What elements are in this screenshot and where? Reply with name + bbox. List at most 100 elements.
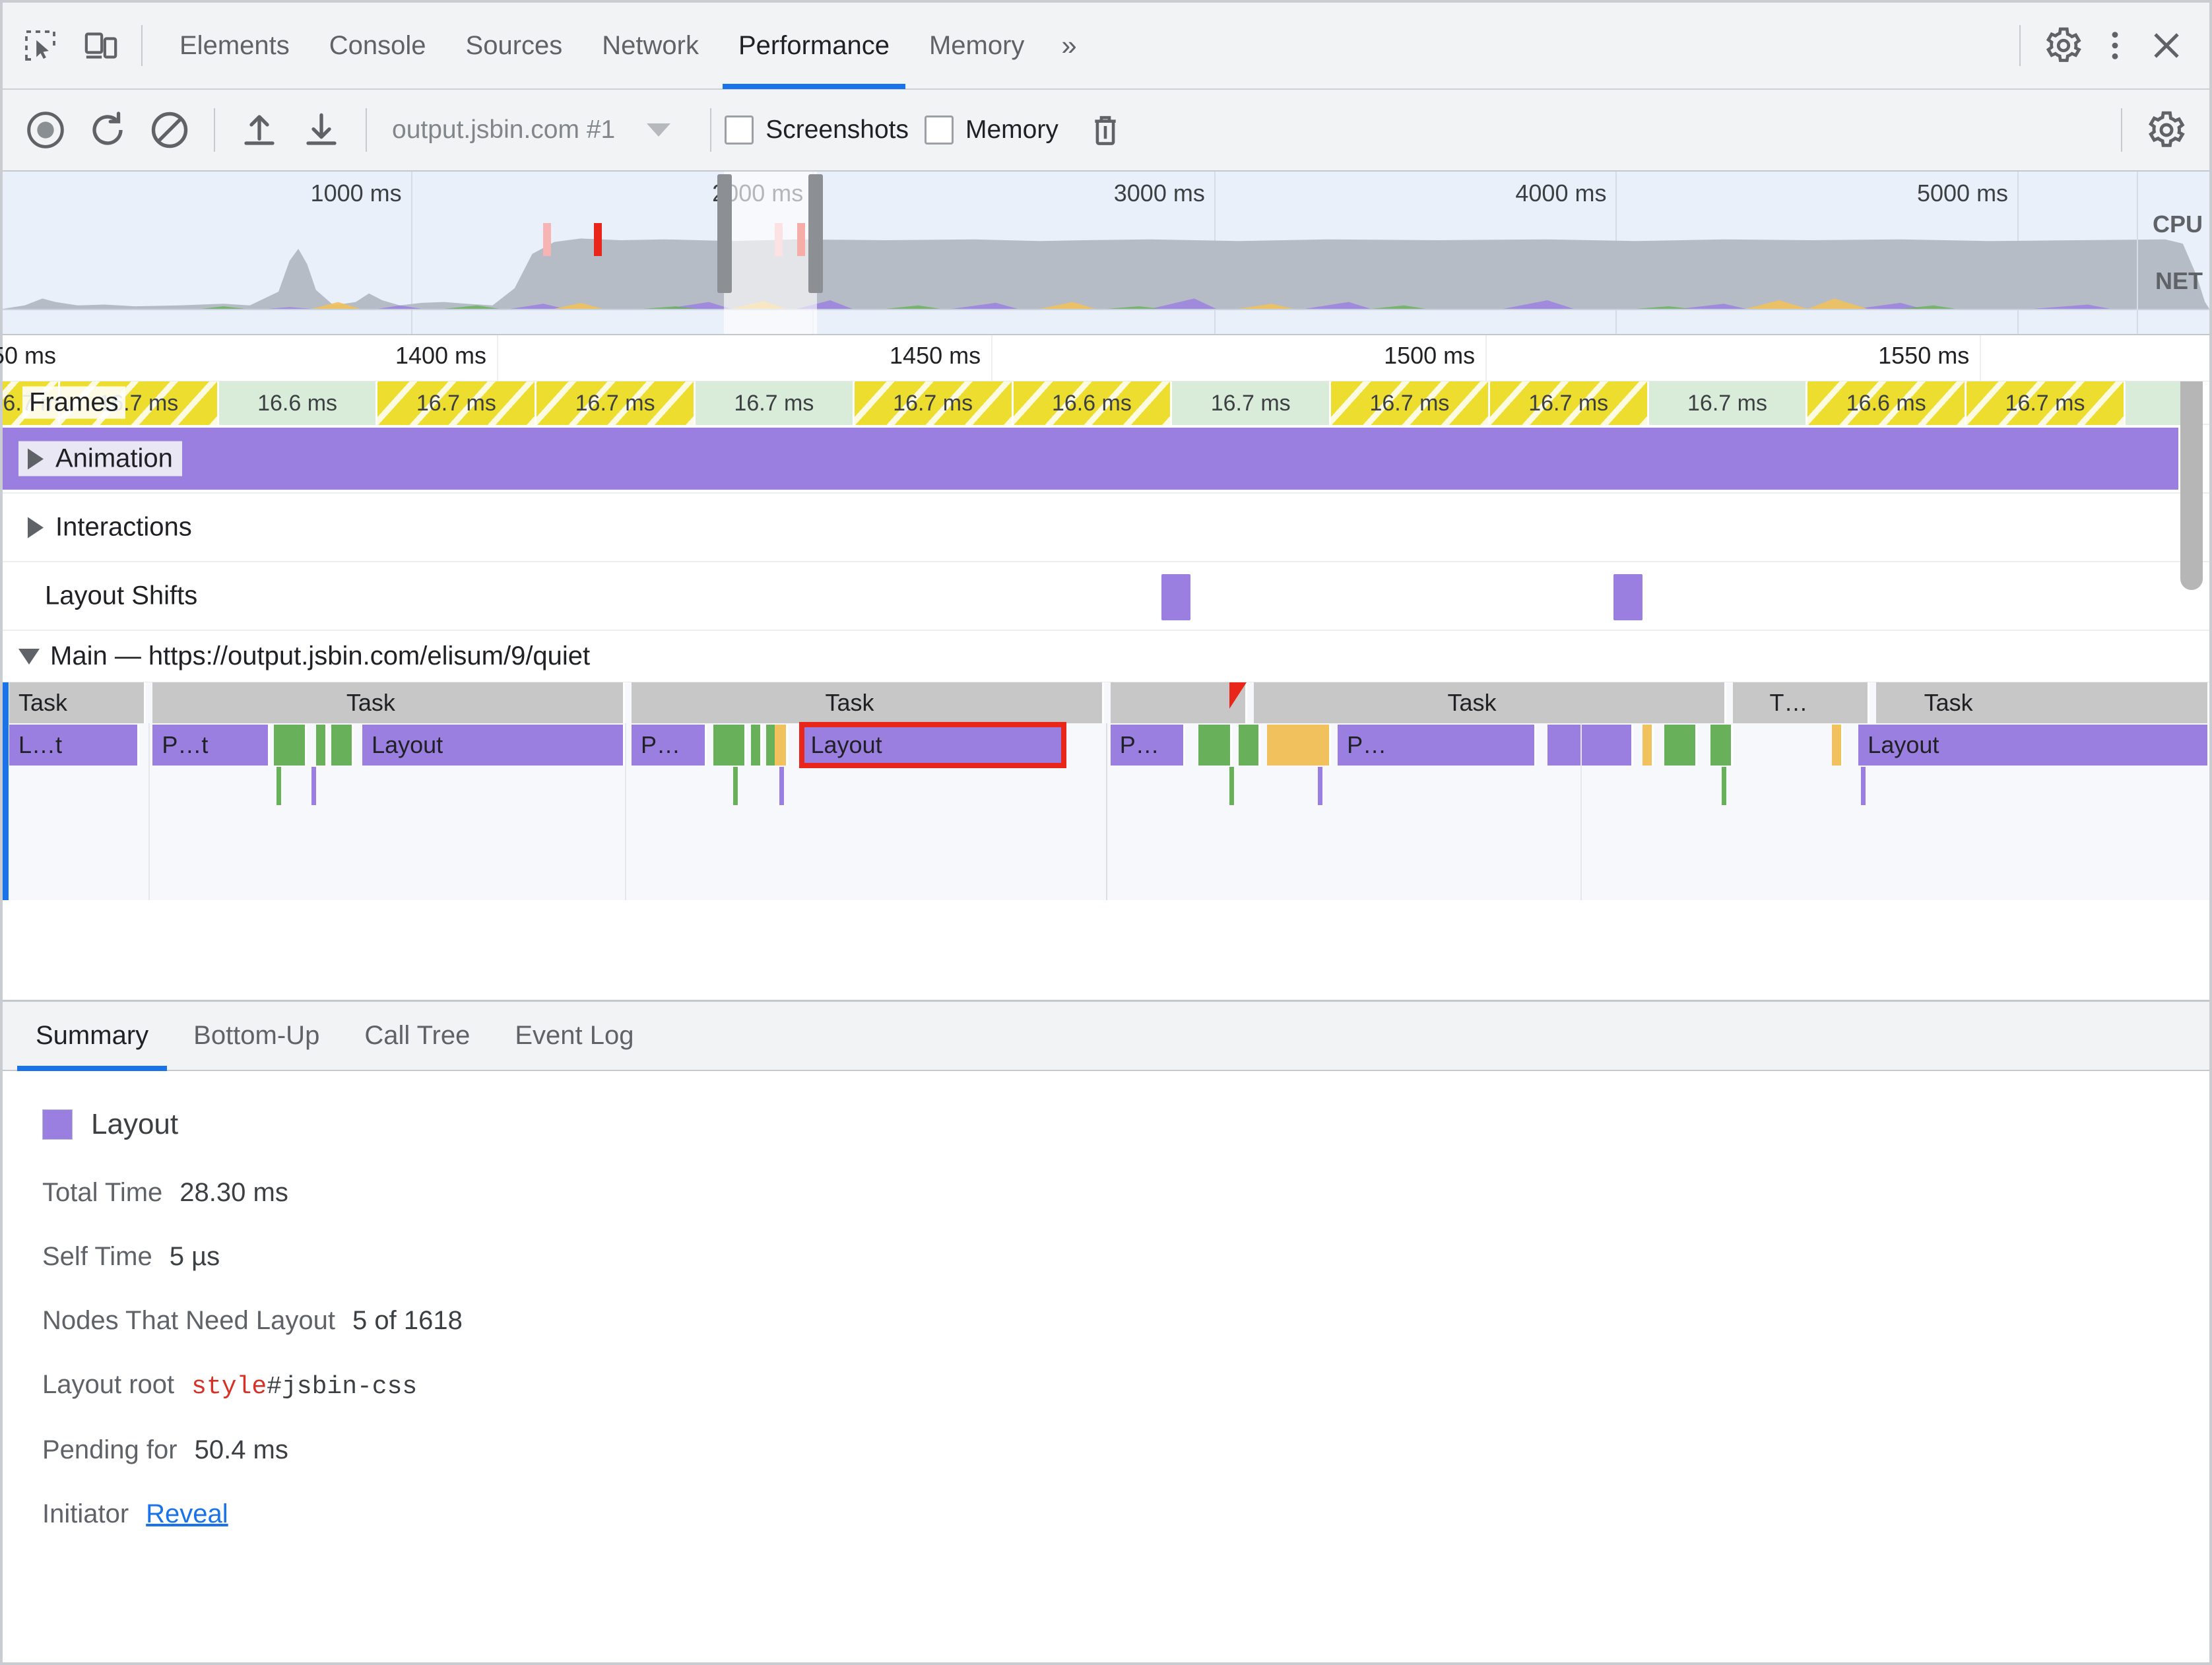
flame-marker[interactable]: [732, 767, 738, 805]
flame-block-paint[interactable]: [315, 725, 327, 766]
track-title-animation[interactable]: Animation: [18, 441, 182, 476]
selection-handle-right[interactable]: [808, 174, 823, 293]
flame-block-task[interactable]: Task: [9, 682, 146, 723]
flame-block-task[interactable]: Task: [1254, 682, 1726, 723]
clear-icon[interactable]: [143, 103, 197, 157]
frame-item[interactable]: 16.7 ms: [1331, 381, 1490, 425]
checkbox-box[interactable]: [725, 115, 754, 145]
flame-block-scripting[interactable]: [1267, 725, 1332, 766]
frame-item[interactable]: 16.7 ms: [1489, 381, 1649, 425]
device-toolbar-icon[interactable]: [78, 22, 124, 69]
flame-block-paint[interactable]: [750, 725, 762, 766]
flame-block-task[interactable]: [1110, 682, 1247, 723]
flame-block-paint[interactable]: [1664, 725, 1698, 766]
flame-block-task[interactable]: Task: [632, 682, 1104, 723]
flame-block-task[interactable]: Task: [152, 682, 625, 723]
animation-band[interactable]: [3, 428, 2179, 490]
screenshots-checkbox[interactable]: Screenshots: [725, 115, 909, 145]
flame-block-layout[interactable]: Layout: [362, 725, 625, 766]
flame-block-prepaint[interactable]: P…: [632, 725, 707, 766]
tab-performance[interactable]: Performance: [719, 2, 909, 89]
flame-block-prepaint[interactable]: [1547, 725, 1634, 766]
flame-block-paint[interactable]: [713, 725, 746, 766]
close-icon[interactable]: [2141, 20, 2192, 71]
flame-block-layout-selected[interactable]: Layout: [798, 722, 1067, 768]
flame-block-prepaint[interactable]: P…: [1110, 725, 1186, 766]
frame-item[interactable]: 16.7 ms: [1648, 381, 1808, 425]
timeline-scrollbar[interactable]: [2180, 381, 2203, 590]
track-layout-shifts[interactable]: Layout Shifts: [3, 562, 2209, 631]
chevron-right-icon[interactable]: [28, 517, 44, 538]
long-task-warning-icon[interactable]: [1229, 682, 1247, 709]
tab-network[interactable]: Network: [582, 2, 719, 89]
tab-bottom-up[interactable]: Bottom-Up: [171, 1000, 342, 1071]
more-options-icon[interactable]: [2089, 20, 2141, 71]
chevron-right-icon[interactable]: [28, 448, 44, 469]
gear-icon[interactable]: [2139, 103, 2194, 157]
flame-block-paint[interactable]: [331, 725, 354, 766]
flame-block-layout[interactable]: Layout: [1858, 725, 2209, 766]
download-profile-icon[interactable]: [294, 103, 348, 157]
flame-block-paint[interactable]: [1238, 725, 1261, 766]
tab-summary[interactable]: Summary: [13, 1000, 171, 1071]
track-interactions[interactable]: Interactions: [3, 494, 2209, 562]
flame-marker[interactable]: [311, 767, 317, 805]
frame-item[interactable]: 16.7 ms: [854, 381, 1014, 425]
flame-block-paint[interactable]: [274, 725, 308, 766]
timeline-tracks[interactable]: 16.7 ms 16.7 ms 16.6 ms 16.7 ms 16.7 ms …: [3, 381, 2209, 1000]
flame-block-task[interactable]: T…: [1732, 682, 1870, 723]
tab-sources[interactable]: Sources: [446, 2, 583, 89]
flame-marker[interactable]: [779, 767, 785, 805]
layout-shift-marker[interactable]: [1613, 574, 1643, 620]
frames-track[interactable]: 16.7 ms 16.7 ms 16.6 ms 16.7 ms 16.7 ms …: [3, 381, 2209, 425]
flame-block-scripting[interactable]: [775, 725, 789, 766]
selection-handle-left[interactable]: [717, 174, 732, 293]
overview-selection-window[interactable]: [724, 172, 817, 334]
main-flame-chart[interactable]: Task Task Task Task T… Task L…t P…t Layo…: [3, 381, 2209, 900]
flame-block-layout[interactable]: L…t: [9, 725, 140, 766]
flame-marker[interactable]: [276, 767, 281, 805]
reload-record-icon[interactable]: [81, 103, 135, 157]
flame-block-layout[interactable]: P…: [1338, 725, 1537, 766]
frame-item[interactable]: 16.7 ms: [1967, 381, 2126, 425]
frame-item[interactable]: 16.6 ms: [218, 381, 378, 425]
frame-item[interactable]: 16.7 ms: [1172, 381, 1332, 425]
chevron-down-icon[interactable]: [18, 648, 40, 665]
flame-marker[interactable]: [1721, 767, 1726, 805]
frame-item[interactable]: 16.6 ms: [1013, 381, 1173, 425]
tab-memory[interactable]: Memory: [909, 2, 1044, 89]
inspect-element-icon[interactable]: [17, 22, 63, 69]
recording-selector-label[interactable]: output.jsbin.com #1: [380, 115, 627, 145]
tab-event-log[interactable]: Event Log: [492, 1000, 656, 1071]
frame-item[interactable]: 16.6 ms: [1807, 381, 1967, 425]
tab-call-tree[interactable]: Call Tree: [342, 1000, 492, 1071]
record-icon[interactable]: [18, 103, 73, 157]
track-animation[interactable]: Animation: [3, 425, 2209, 494]
checkbox-box[interactable]: [925, 115, 954, 145]
memory-checkbox[interactable]: Memory: [925, 115, 1058, 145]
flame-marker[interactable]: [1229, 767, 1235, 805]
frame-item[interactable]: 16.7 ms: [377, 381, 537, 425]
gear-icon[interactable]: [2038, 20, 2089, 71]
tab-console[interactable]: Console: [309, 2, 446, 89]
more-tabs-icon[interactable]: »: [1044, 30, 1090, 61]
chevron-down-icon[interactable]: [647, 123, 671, 137]
layout-shift-marker[interactable]: [1161, 574, 1190, 620]
row-value-node[interactable]: style#jsbin-css: [191, 1373, 417, 1401]
flame-block-paint[interactable]: [1710, 725, 1733, 766]
flame-block-paint[interactable]: [1198, 725, 1232, 766]
track-title-layout-shifts[interactable]: Layout Shifts: [36, 578, 207, 614]
tab-elements[interactable]: Elements: [160, 2, 309, 89]
track-title-interactions[interactable]: Interactions: [18, 509, 201, 545]
reveal-link[interactable]: Reveal: [146, 1499, 228, 1529]
frame-item[interactable]: 16.7 ms: [537, 381, 696, 425]
flame-block-task[interactable]: Task: [1876, 682, 2209, 723]
upload-profile-icon[interactable]: [232, 103, 286, 157]
flame-marker[interactable]: [1318, 767, 1323, 805]
timeline-overview[interactable]: 1000 ms 2000 ms 3000 ms 4000 ms 5000 ms …: [3, 172, 2209, 335]
flame-block-prepaint[interactable]: P…t: [152, 725, 270, 766]
trash-icon[interactable]: [1078, 103, 1132, 157]
flame-marker[interactable]: [1860, 767, 1866, 805]
track-title-main[interactable]: Main — https://output.jsbin.com/elisum/9…: [3, 641, 590, 671]
frame-item[interactable]: 16.7 ms: [696, 381, 855, 425]
